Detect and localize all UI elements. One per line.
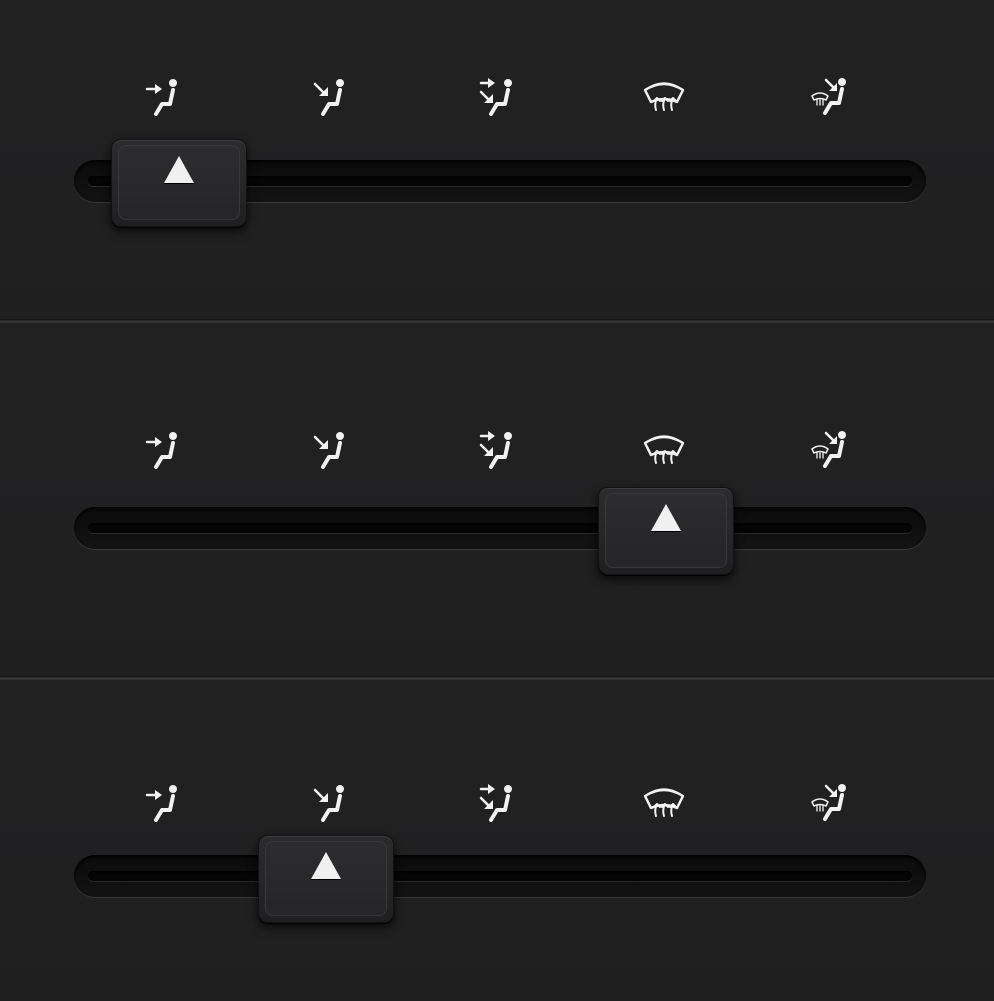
feet-vent-icon[interactable]	[475, 780, 519, 824]
defrost-feet-vent-icon[interactable]	[809, 74, 853, 118]
feet-vent-icon[interactable]	[475, 74, 519, 118]
airflow-panel-1	[0, 0, 994, 320]
up-arrow-icon	[651, 504, 681, 531]
face-feet-vent-icon[interactable]	[309, 427, 353, 471]
face-feet-vent-icon[interactable]	[309, 74, 353, 118]
up-arrow-icon	[311, 852, 341, 879]
airflow-slider-track-2[interactable]	[74, 507, 926, 549]
face-feet-vent-icon[interactable]	[309, 780, 353, 824]
face-vent-icon[interactable]	[142, 427, 186, 471]
windshield-defrost-icon[interactable]	[642, 74, 686, 118]
airflow-slider-knob-3[interactable]	[258, 835, 394, 923]
windshield-defrost-icon[interactable]	[642, 427, 686, 471]
airflow-slider-track-3[interactable]	[74, 855, 926, 897]
airflow-slider-knob-2[interactable]	[598, 487, 734, 575]
track-groove	[88, 523, 912, 533]
airflow-slider-knob-1[interactable]	[111, 139, 247, 227]
face-vent-icon[interactable]	[142, 780, 186, 824]
feet-vent-icon[interactable]	[475, 427, 519, 471]
up-arrow-icon	[164, 156, 194, 183]
defrost-feet-vent-icon[interactable]	[809, 427, 853, 471]
track-groove	[88, 871, 912, 881]
face-vent-icon[interactable]	[142, 74, 186, 118]
defrost-feet-vent-icon[interactable]	[809, 780, 853, 824]
windshield-defrost-icon[interactable]	[642, 780, 686, 824]
airflow-panel-3	[0, 680, 994, 1001]
airflow-panel-2	[0, 323, 994, 676]
